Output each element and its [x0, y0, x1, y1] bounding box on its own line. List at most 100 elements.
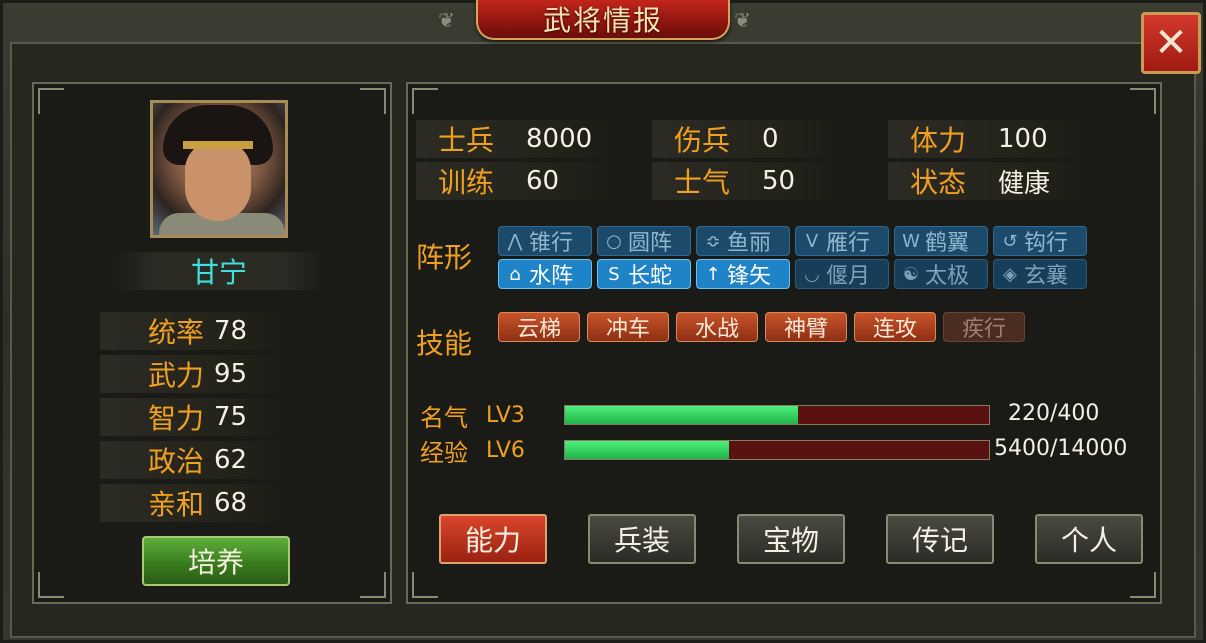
house-icon: ⌂: [509, 263, 521, 285]
hook-icon: ↺: [1002, 230, 1018, 252]
tab-treasure[interactable]: 宝物: [737, 514, 845, 564]
close-icon: ✕: [1154, 20, 1188, 66]
exp-bar-fill: [565, 441, 729, 459]
close-button[interactable]: ✕: [1141, 12, 1201, 74]
stat-row-charisma: 亲和 68: [100, 484, 296, 522]
stat-value: 68: [214, 488, 248, 518]
exp-bar: [564, 440, 990, 460]
stat-value: 50: [762, 166, 796, 196]
formation-chip[interactable]: ☯ 太极: [894, 259, 988, 289]
fame-level: LV3: [486, 402, 525, 428]
stat-label: 状态: [909, 166, 966, 199]
corner-ornament: [38, 572, 64, 598]
tab-ability[interactable]: 能力: [439, 514, 547, 564]
stat-value: 62: [214, 445, 248, 475]
arrow-icon: ↑: [705, 263, 721, 285]
formation-label: 阵形: [416, 241, 473, 274]
tab-personal[interactable]: 个人: [1035, 514, 1143, 564]
formation-chip[interactable]: ⌂ 水阵: [498, 259, 592, 289]
wings-icon: W: [902, 230, 920, 252]
general-name-plate: 甘宁: [112, 252, 326, 290]
stat-value: 8000: [526, 124, 593, 154]
stat-value: 75: [214, 402, 248, 432]
window-title-plate: 武将情报: [476, 0, 730, 40]
corner-ornament: [38, 88, 64, 114]
stat-training: 训练 60: [416, 162, 626, 200]
stat-wounded: 伤兵 0: [652, 120, 852, 158]
formation-chip[interactable]: ◈ 玄襄: [993, 259, 1087, 289]
skill-chip[interactable]: 冲车: [587, 312, 669, 342]
corner-ornament: [360, 572, 386, 598]
taiji-icon: ☯: [902, 263, 920, 285]
exp-row: 经验 LV6: [420, 435, 556, 467]
corner-ornament: [1130, 88, 1156, 114]
fame-row: 名气 LV3: [420, 400, 556, 432]
stat-label: 士气: [673, 166, 730, 199]
stat-row-force: 武力 95: [100, 355, 296, 393]
formation-chip[interactable]: ⋀ 锥行: [498, 226, 592, 256]
stat-value: 健康: [998, 168, 1051, 199]
title-ornament-left-icon: ❦: [438, 8, 455, 32]
fame-value: 220/400: [1008, 401, 1100, 426]
formation-chip[interactable]: ↺ 钩行: [993, 226, 1087, 256]
tab-biography[interactable]: 传记: [886, 514, 994, 564]
formation-chip[interactable]: S 长蛇: [597, 259, 691, 289]
formation-chip[interactable]: ≎ 鱼丽: [696, 226, 790, 256]
stat-label: 训练: [437, 166, 494, 199]
general-portrait[interactable]: [150, 100, 288, 238]
window-title: 武将情报: [542, 4, 663, 37]
arrow-up-icon: ⋀: [507, 230, 523, 252]
fame-bar-fill: [565, 406, 799, 424]
stat-value: 60: [526, 166, 560, 196]
stat-stamina: 体力 100: [888, 120, 1098, 158]
stat-row-command: 统率 78: [100, 312, 296, 350]
stat-value: 0: [762, 124, 779, 154]
stat-label: 统率: [147, 316, 204, 349]
skill-chip[interactable]: 水战: [676, 312, 758, 342]
stat-row-intellect: 智力 75: [100, 398, 296, 436]
corner-ornament: [360, 88, 386, 114]
stat-label: 伤兵: [673, 124, 730, 157]
stat-label: 体力: [909, 124, 966, 157]
double-chevron-icon: ≎: [705, 230, 721, 252]
circle-icon: ○: [606, 230, 622, 252]
stat-label: 智力: [147, 402, 204, 435]
snake-icon: S: [608, 263, 620, 285]
formation-chip[interactable]: ◡ 偃月: [795, 259, 889, 289]
skill-label: 技能: [416, 327, 473, 360]
stat-soldiers: 士兵 8000: [416, 120, 626, 158]
general-name: 甘宁: [190, 256, 247, 289]
formation-chip[interactable]: ↑ 锋矢: [696, 259, 790, 289]
formation-chip[interactable]: W 鹤翼: [894, 226, 988, 256]
crescent-icon: ◡: [804, 263, 820, 285]
exp-level: LV6: [486, 437, 525, 463]
stat-label: 亲和: [147, 488, 204, 521]
corner-ornament: [412, 88, 438, 114]
exp-value: 5400/14000: [994, 436, 1128, 461]
stat-value: 95: [214, 359, 248, 389]
skill-chip-disabled[interactable]: 疾行: [943, 312, 1025, 342]
exp-label: 经验: [420, 438, 468, 467]
formation-chip[interactable]: V 雁行: [795, 226, 889, 256]
title-ornament-right-icon: ❦: [734, 8, 751, 32]
skill-chip[interactable]: 连攻: [854, 312, 936, 342]
stat-status: 状态 健康: [888, 162, 1098, 200]
fame-bar: [564, 405, 990, 425]
stat-morale: 士气 50: [652, 162, 852, 200]
skill-chip[interactable]: 云梯: [498, 312, 580, 342]
stat-row-politics: 政治 62: [100, 441, 296, 479]
stat-value: 100: [998, 124, 1048, 154]
stat-label: 政治: [147, 445, 204, 478]
stat-label: 士兵: [437, 124, 494, 157]
fame-label: 名气: [420, 403, 468, 432]
formation-chip[interactable]: ○ 圆阵: [597, 226, 691, 256]
corner-ornament: [1130, 572, 1156, 598]
corner-ornament: [412, 572, 438, 598]
train-button[interactable]: 培养: [142, 536, 290, 586]
diamond-icon: ◈: [1003, 263, 1017, 285]
stat-label: 武力: [147, 359, 204, 392]
skill-chip[interactable]: 神臂: [765, 312, 847, 342]
v-shape-icon: V: [805, 230, 819, 252]
stat-value: 78: [214, 316, 248, 346]
tab-equipment[interactable]: 兵装: [588, 514, 696, 564]
